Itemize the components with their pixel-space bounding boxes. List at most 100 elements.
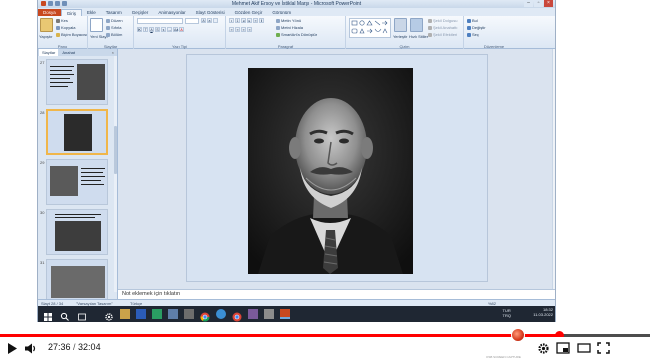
portrait-photo[interactable] (248, 68, 413, 274)
change-case-icon[interactable]: Aa (173, 27, 178, 32)
copy-button[interactable]: Kopyala (56, 25, 75, 30)
cut-button[interactable]: Kes (56, 18, 68, 23)
section-button[interactable]: Bölüm (106, 32, 122, 37)
close-button[interactable]: × (544, 0, 553, 7)
arrange-label[interactable]: Yerleştir (393, 34, 407, 39)
numbering-icon[interactable]: 1 (235, 18, 240, 23)
tab-geçişler[interactable]: Geçişler (127, 9, 154, 16)
task-view-icon[interactable] (77, 309, 87, 321)
scrollbar-thumb[interactable] (114, 126, 117, 174)
tab-giriş[interactable]: Giriş (60, 9, 83, 16)
increase-indent-icon[interactable]: ▸ (247, 18, 252, 23)
strikethrough-icon[interactable]: S (155, 27, 160, 32)
font-size-field[interactable] (185, 18, 199, 24)
new-slide-label[interactable]: Yeni Slayt (90, 34, 108, 39)
tab-slayt-gösterisi[interactable]: Slayt Gösterisi (191, 9, 230, 16)
shape-effects-button[interactable]: Şekil Efektleri (428, 32, 457, 37)
app-icon[interactable] (264, 309, 274, 319)
miniplayer-icon[interactable] (556, 342, 570, 357)
thumbnails-scrollbar[interactable] (114, 56, 117, 292)
reset-button[interactable]: Sıfırla (106, 25, 121, 30)
shrink-font-icon[interactable]: a (207, 18, 212, 23)
layout-button[interactable]: Düzen (106, 18, 123, 23)
maximize-button[interactable]: ▫ (534, 0, 543, 7)
clock[interactable]: 18:32 11.03.2022 (533, 307, 553, 317)
paste-icon[interactable] (40, 18, 53, 32)
columns-icon[interactable]: ‖ (259, 18, 264, 23)
tab-outline[interactable]: Anahat (59, 49, 78, 56)
ribbon-tabs: Dosya Giriş Ekle Tasarım Geçişler Animasyonla… (38, 8, 555, 16)
bold-icon[interactable]: K (137, 27, 142, 32)
tab-dosya[interactable]: Dosya (38, 9, 61, 16)
align-left-icon[interactable]: ≡ (229, 27, 234, 32)
new-slide-icon[interactable] (90, 18, 103, 32)
slide-thumbnail-27[interactable]: 27 (38, 59, 115, 106)
title-bar: Mehmet Akif Ersoy ve İstiklal Marşı - Mi… (38, 0, 555, 8)
char-spacing-icon[interactable]: ↔ (167, 27, 172, 32)
slide-thumbnail-28[interactable]: 28 (38, 109, 115, 156)
align-center-icon[interactable]: ≡ (235, 27, 240, 32)
text-direction-button[interactable]: Metin Yönü (276, 18, 301, 23)
play-icon[interactable] (6, 342, 18, 358)
format-painter-button[interactable]: Biçim Boyacısı (56, 32, 87, 37)
minimize-button[interactable]: – (524, 0, 533, 7)
search-icon[interactable] (60, 309, 70, 321)
arrange-icon[interactable] (394, 18, 407, 32)
quick-styles-label[interactable]: Hızlı Stiller (409, 34, 428, 39)
paste-label[interactable]: Yapıştır (39, 34, 53, 39)
slide-thumbnail-29[interactable]: 29 (38, 159, 115, 206)
start-icon[interactable] (43, 309, 53, 321)
current-slide[interactable] (186, 54, 488, 282)
replace-button[interactable]: Değiştir (467, 25, 486, 30)
line-spacing-icon[interactable]: ≡ (253, 18, 258, 23)
notes-placeholder[interactable]: Not eklemek için tıklatın (122, 291, 180, 297)
volume-icon[interactable] (24, 342, 38, 358)
find-button[interactable]: Bul (467, 18, 478, 23)
shape-fill-button[interactable]: Şekil Dolgusu (428, 18, 457, 23)
file-explorer-icon[interactable] (120, 309, 130, 319)
tab-görünüm[interactable]: Görünüm (267, 9, 296, 16)
decrease-indent-icon[interactable]: ◂ (241, 18, 246, 23)
fullscreen-icon[interactable] (597, 342, 610, 357)
app-icon[interactable] (184, 309, 194, 319)
word-icon[interactable] (136, 309, 146, 319)
justify-icon[interactable]: ≡ (247, 27, 252, 32)
tab-ekle[interactable]: Ekle (82, 9, 101, 16)
slide-scrollbar[interactable] (552, 49, 555, 289)
slide-thumbnail-30[interactable]: 30 (38, 209, 115, 256)
font-style-buttons: K T A S s ↔ Aa A (137, 27, 184, 32)
close-pane-icon[interactable]: × (112, 49, 114, 56)
photos-icon[interactable] (168, 309, 178, 319)
chrome-icon[interactable] (200, 309, 210, 322)
notes-pane[interactable]: Not eklemek için tıklatın (118, 289, 555, 299)
select-button[interactable]: Seç (467, 32, 479, 37)
grow-font-icon[interactable]: A (201, 18, 206, 23)
shadow-icon[interactable]: s (161, 27, 166, 32)
clear-format-icon[interactable] (213, 18, 218, 23)
powerpoint-taskbar-icon[interactable] (280, 309, 290, 319)
font-name-field[interactable] (137, 18, 183, 24)
settings-gear-icon[interactable] (104, 309, 114, 321)
excel-icon[interactable] (152, 309, 162, 319)
font-color-icon[interactable]: A (179, 27, 184, 32)
bullets-icon[interactable]: • (229, 18, 234, 23)
settings-icon[interactable] (537, 342, 550, 358)
edge-icon[interactable] (216, 309, 226, 319)
tab-animasyonlar[interactable]: Animasyonlar (153, 9, 190, 16)
tab-slides[interactable]: Slaytlar (39, 49, 59, 56)
tab-gözden-geçir[interactable]: Gözden Geçir (230, 9, 268, 16)
align-right-icon[interactable]: ≡ (241, 27, 246, 32)
screen-recorder-button[interactable] (511, 328, 525, 342)
quick-styles-icon[interactable] (410, 18, 423, 32)
tab-tasarım[interactable]: Tasarım (101, 9, 127, 16)
shapes-gallery[interactable] (349, 18, 391, 38)
underline-icon[interactable]: A (149, 27, 154, 32)
smartart-button[interactable]: SmartArt'a Dönüştür (276, 32, 317, 37)
chrome-icon[interactable] (232, 309, 242, 322)
italic-icon[interactable]: T (143, 27, 148, 32)
keyboard-language[interactable]: TUR TRQ (503, 308, 511, 318)
align-text-button[interactable]: Metni Hizala (276, 25, 303, 30)
shape-outline-button[interactable]: Şekil Anahattı (428, 25, 457, 30)
app-icon[interactable] (248, 309, 258, 319)
theater-mode-icon[interactable] (577, 342, 591, 357)
